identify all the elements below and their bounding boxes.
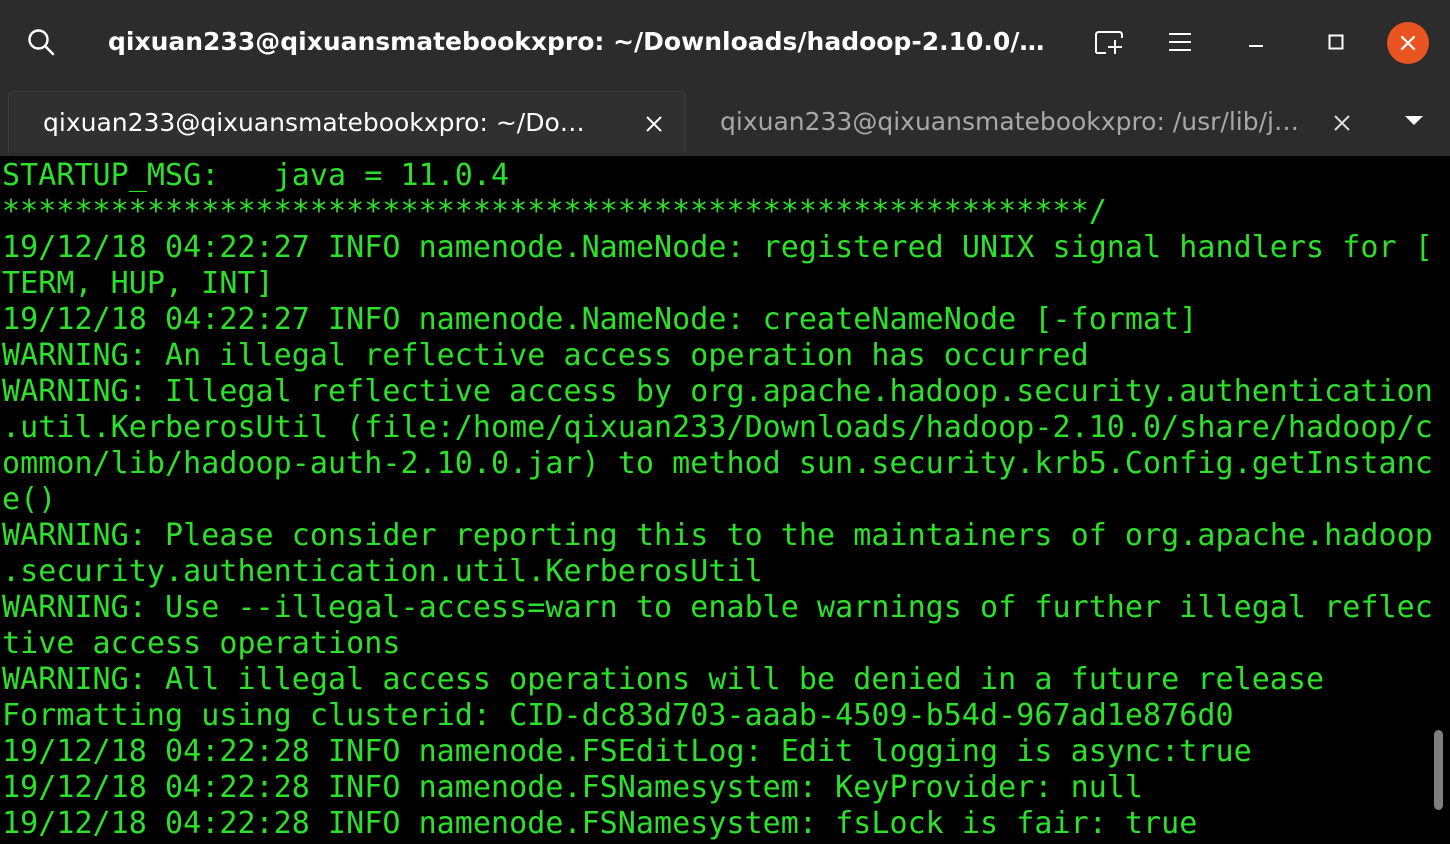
- terminal-line: 19/12/18 04:22:28 INFO namenode.FSNamesy…: [2, 770, 1144, 805]
- terminal-line: .security.authentication.util.KerberosUt…: [2, 554, 763, 589]
- close-icon: [646, 116, 662, 132]
- search-button[interactable]: [15, 16, 67, 68]
- header-bar: qixuan233@qixuansmatebookxpro: ~/Downloa…: [0, 0, 1450, 85]
- terminal-line: Formatting using clusterid: CID-dc83d703…: [2, 698, 1234, 733]
- terminal-lines: STARTUP_MSG: java = 11.0.4 **************…: [2, 158, 1433, 842]
- new-tab-icon: [1095, 31, 1123, 54]
- window-title: qixuan233@qixuansmatebookxpro: ~/Downloa…: [108, 27, 1053, 56]
- terminal-line: ****************************************…: [2, 194, 1107, 229]
- terminal-line: 19/12/18 04:22:28 INFO namenode.FSNamesy…: [2, 806, 1198, 841]
- terminal-line: ommon/lib/hadoop-auth-2.10.0.jar) to met…: [2, 446, 1433, 481]
- terminal-line: WARNING: Use --illegal-access=warn to en…: [2, 590, 1433, 625]
- terminal-line: WARNING: An illegal reflective access op…: [2, 338, 1089, 373]
- terminal-line: STARTUP_MSG: java = 11.0.4: [2, 158, 510, 193]
- maximize-button[interactable]: [1310, 16, 1362, 68]
- terminal-line: WARNING: All illegal access operations w…: [2, 662, 1325, 697]
- minimize-icon: [1249, 45, 1263, 47]
- terminal-line: .util.KerberosUtil (file:/home/qixuan233…: [2, 410, 1433, 445]
- chevron-down-icon: [1405, 116, 1423, 125]
- scrollbar-thumb[interactable]: [1434, 730, 1443, 810]
- terminal-output[interactable]: STARTUP_MSG: java = 11.0.4 **************…: [0, 156, 1450, 844]
- tab-inactive[interactable]: qixuan233@qixuansmatebookxpro: /usr/lib/…: [690, 91, 1380, 153]
- tab-close-button[interactable]: [1328, 109, 1356, 137]
- tab-active[interactable]: qixuan233@qixuansmatebookxpro: ~/Downloa…: [8, 91, 686, 153]
- terminal-line: WARNING: Illegal reflective access by or…: [2, 374, 1433, 409]
- menu-button[interactable]: [1154, 16, 1206, 68]
- terminal-line: e(): [2, 482, 57, 517]
- terminal-line: 19/12/18 04:22:27 INFO namenode.NameNode…: [2, 302, 1198, 337]
- terminal-line: tive access operations: [2, 626, 401, 661]
- tab-bar: qixuan233@qixuansmatebookxpro: ~/Downloa…: [0, 85, 1450, 156]
- tab-close-button[interactable]: [640, 110, 668, 138]
- maximize-icon: [1328, 34, 1344, 50]
- terminal-line: TERM, HUP, INT]: [2, 266, 274, 301]
- tab-label: qixuan233@qixuansmatebookxpro: /usr/lib/…: [720, 107, 1305, 136]
- new-tab-button[interactable]: [1083, 16, 1135, 68]
- terminal-window: qixuan233@qixuansmatebookxpro: ~/Downloa…: [0, 0, 1450, 844]
- search-icon: [28, 29, 55, 56]
- close-button[interactable]: [1387, 22, 1429, 64]
- terminal-line: 19/12/18 04:22:27 INFO namenode.NameNode…: [2, 230, 1433, 265]
- close-icon: [1334, 115, 1350, 131]
- terminal-line: WARNING: Please consider reporting this …: [2, 518, 1433, 553]
- minimize-button[interactable]: [1230, 16, 1282, 68]
- hamburger-menu-icon: [1169, 33, 1191, 51]
- tabs-dropdown-button[interactable]: [1394, 105, 1434, 135]
- tab-label: qixuan233@qixuansmatebookxpro: ~/Downloa…: [43, 108, 603, 137]
- terminal-line: 19/12/18 04:22:28 INFO namenode.FSEditLo…: [2, 734, 1252, 769]
- close-icon: [1400, 35, 1416, 51]
